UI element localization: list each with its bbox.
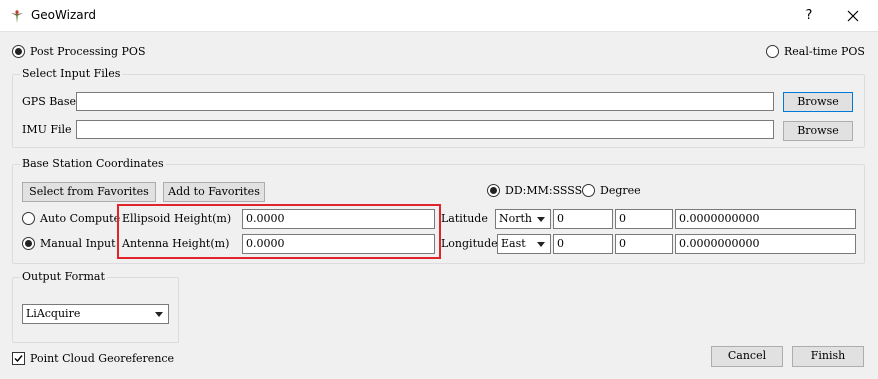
chevron-down-icon (537, 242, 545, 247)
title-bar: GeoWizard ? (0, 0, 878, 32)
output-format-group-title: Output Format (20, 270, 107, 284)
post-processing-radio[interactable] (12, 45, 25, 58)
format-dms-radio[interactable] (487, 184, 500, 197)
point-cloud-label: Point Cloud Georeference (30, 352, 175, 365)
ellipsoid-height-label: Ellipsoid Height(m) (122, 212, 232, 225)
chevron-down-icon (537, 217, 545, 222)
manual-input-label: Manual Input (40, 237, 116, 250)
select-from-favorites-button[interactable]: Select from Favorites (22, 182, 156, 202)
longitude-label: Longitude (441, 237, 498, 250)
add-to-favorites-button[interactable]: Add to Favorites (163, 182, 265, 202)
longitude-minutes-field[interactable]: 0 (615, 234, 673, 254)
antenna-height-label: Antenna Height(m) (122, 237, 230, 250)
output-format-select[interactable]: LiAcquire (22, 304, 169, 324)
input-files-group-title: Select Input Files (20, 67, 123, 81)
close-icon[interactable] (840, 4, 866, 28)
help-button[interactable]: ? (796, 4, 822, 28)
auto-compute-label: Auto Compute (40, 212, 121, 225)
output-format-value: LiAcquire (26, 307, 81, 320)
window-title: GeoWizard (31, 8, 96, 22)
checkmark-icon (14, 355, 23, 363)
imu-browse-button[interactable]: Browse (783, 121, 853, 141)
antenna-height-field[interactable]: 0.0000 (242, 234, 435, 254)
cancel-button[interactable]: Cancel (711, 346, 783, 367)
latitude-hemisphere-value: North (499, 212, 533, 225)
latitude-hemisphere-select[interactable]: North (495, 209, 551, 229)
post-processing-label: Post Processing POS (30, 45, 146, 58)
finish-button[interactable]: Finish (792, 346, 864, 367)
imu-file-field[interactable] (76, 120, 774, 139)
format-degree-radio[interactable] (582, 184, 595, 197)
imu-file-label: IMU File (22, 123, 72, 136)
latitude-seconds-field[interactable]: 0.0000000000 (675, 209, 856, 229)
latitude-label: Latitude (441, 212, 488, 225)
gps-browse-button[interactable]: Browse (783, 92, 853, 112)
base-station-group-title: Base Station Coordinates (20, 157, 166, 171)
manual-input-radio[interactable] (22, 237, 35, 250)
point-cloud-checkbox[interactable] (12, 352, 25, 365)
chevron-down-icon (155, 312, 163, 317)
longitude-seconds-field[interactable]: 0.0000000000 (675, 234, 856, 254)
gps-base-field[interactable] (76, 92, 774, 111)
realtime-label: Real-time POS (784, 45, 865, 58)
latitude-degrees-field[interactable]: 0 (553, 209, 613, 229)
latitude-minutes-field[interactable]: 0 (615, 209, 673, 229)
format-dms-label: DD:MM:SSSSS (505, 184, 590, 197)
gps-base-label: GPS Base (22, 95, 77, 108)
auto-compute-radio[interactable] (22, 212, 35, 225)
realtime-radio[interactable] (766, 45, 779, 58)
longitude-hemisphere-value: East (501, 237, 526, 250)
longitude-degrees-field[interactable]: 0 (553, 234, 613, 254)
longitude-hemisphere-select[interactable]: East (497, 234, 551, 254)
format-degree-label: Degree (600, 184, 641, 197)
ellipsoid-height-field[interactable]: 0.0000 (242, 209, 435, 229)
geowizard-app-icon (9, 8, 25, 24)
